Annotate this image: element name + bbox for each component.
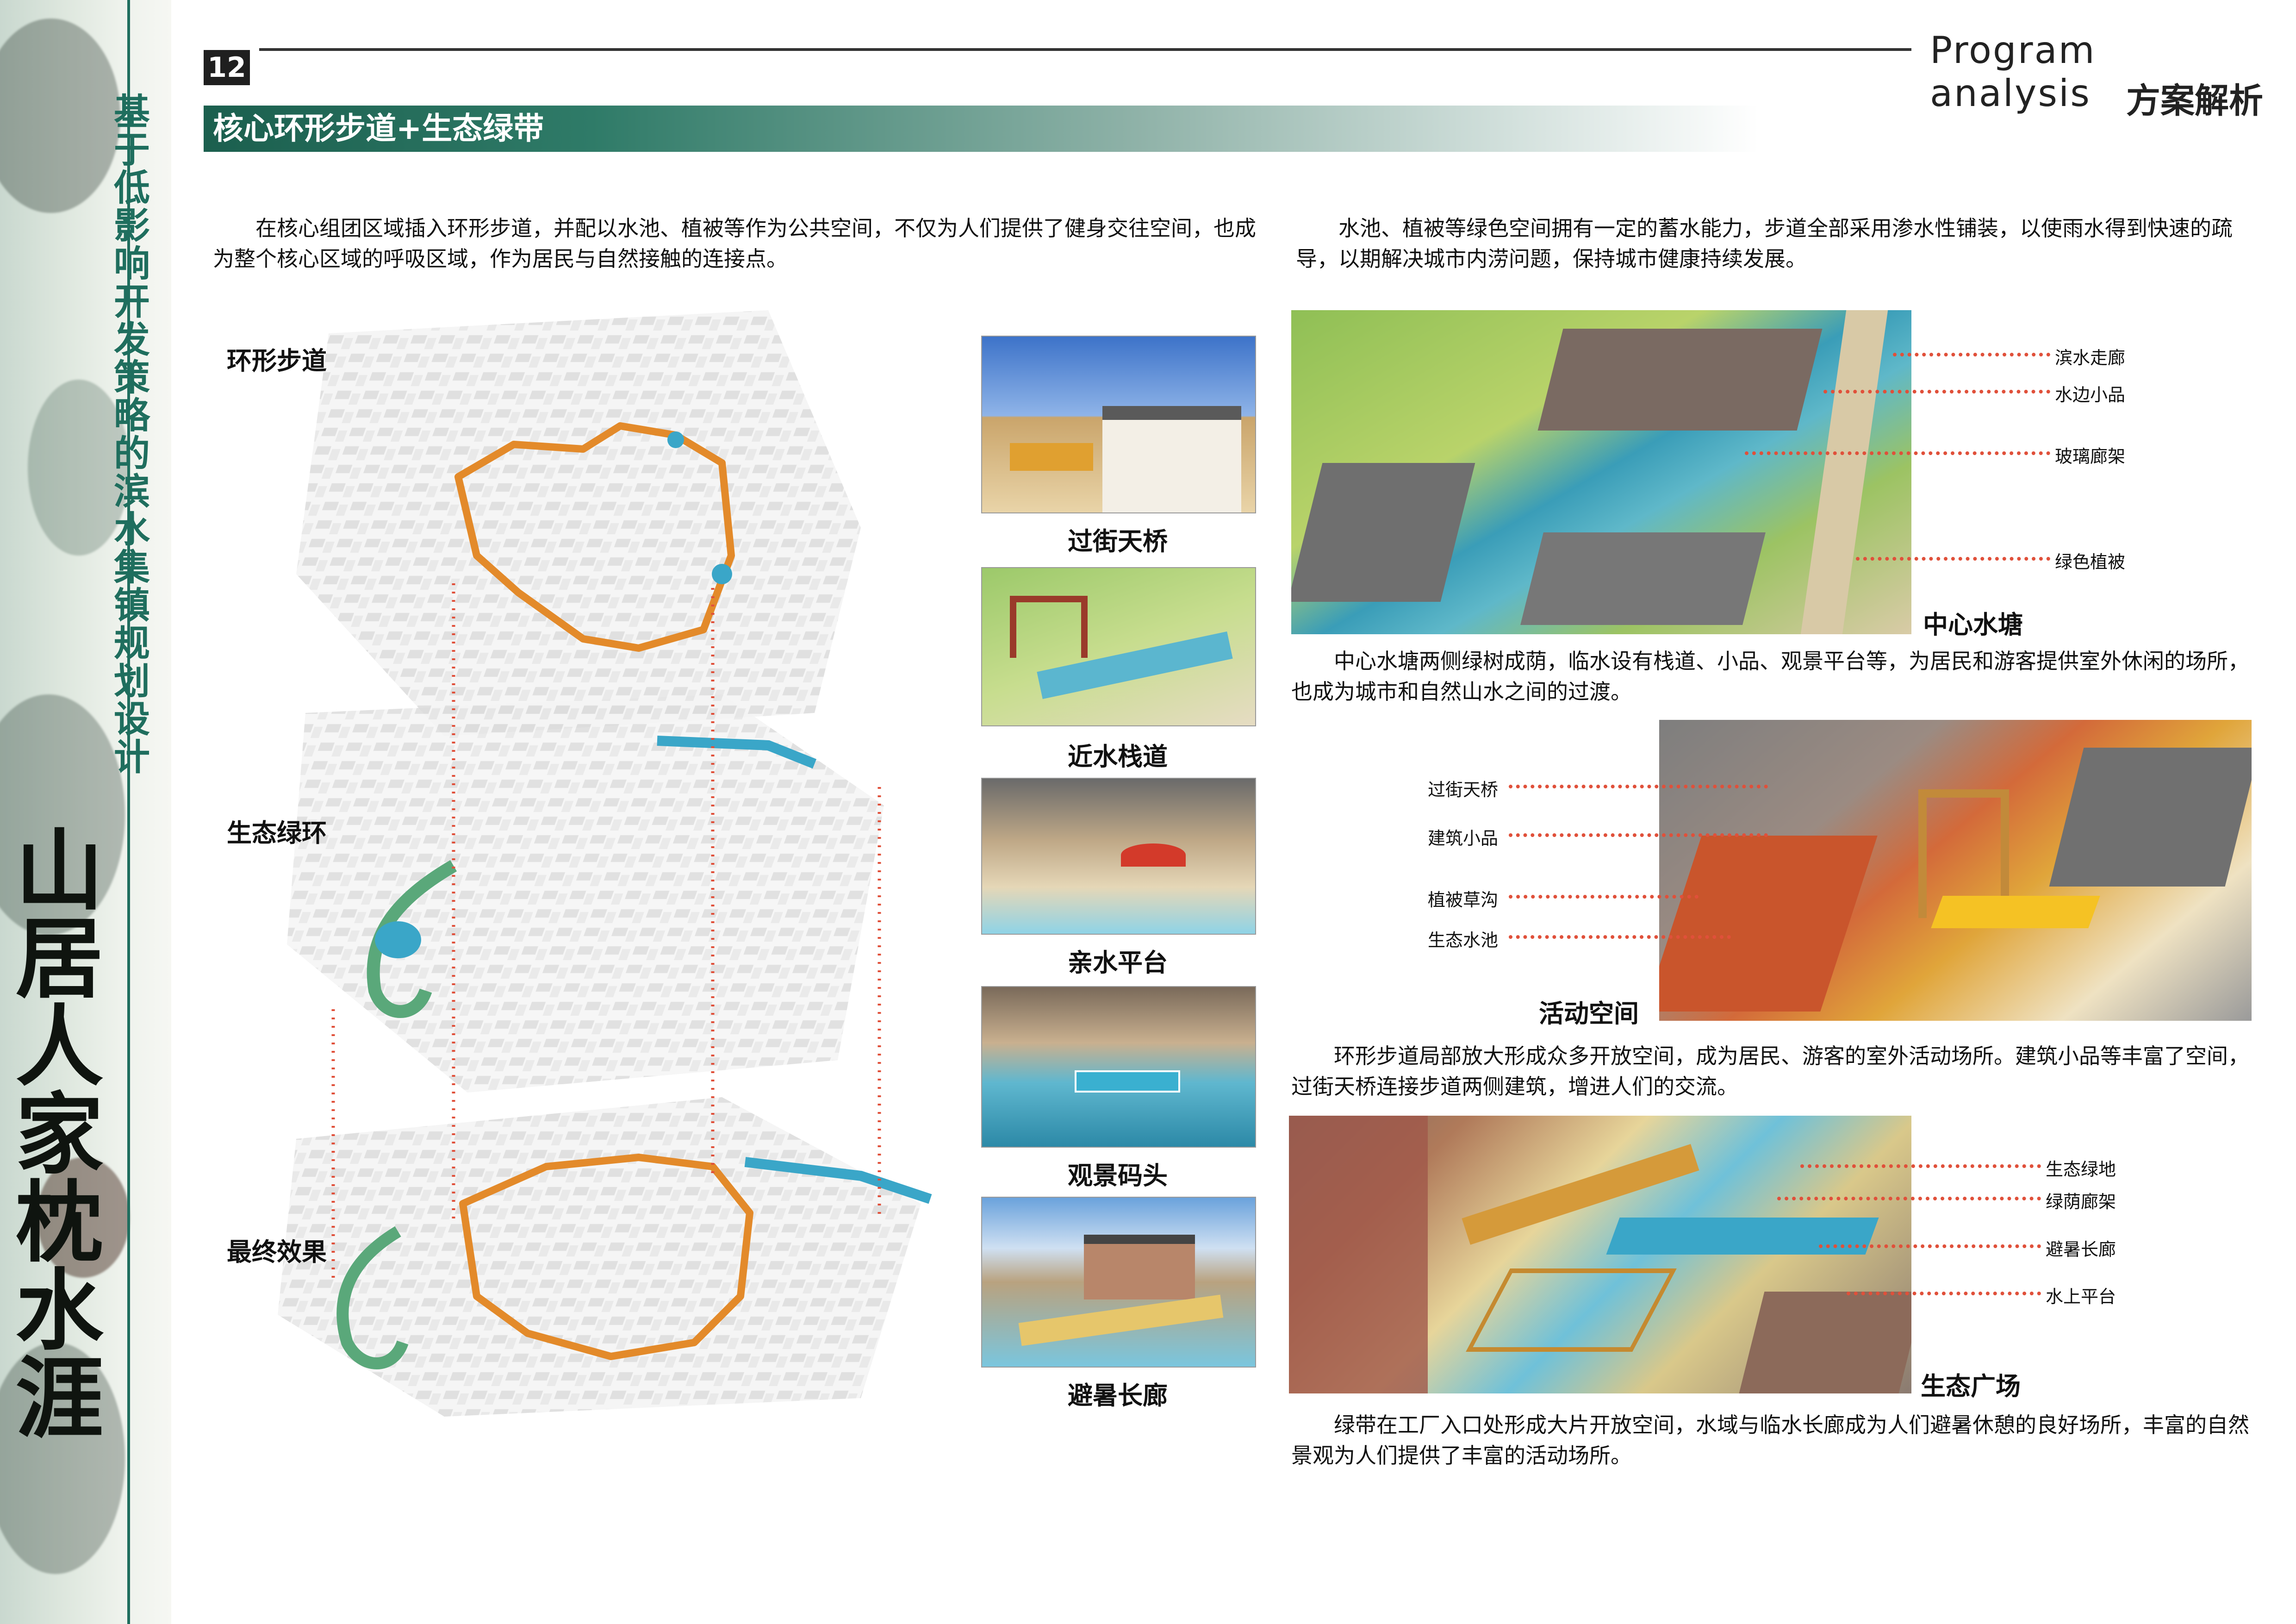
render2-label-3: 植被草沟 — [1428, 890, 1499, 910]
callout-line — [1800, 1164, 2041, 1168]
isometric-layer-diagram — [278, 310, 932, 1417]
vertical-title: 山居人家枕水涯 — [0, 824, 104, 1440]
photo-waterfront-platform — [981, 778, 1256, 935]
render1-description: 中心水塘两侧绿树成荫，临水设有栈道、小品、观景平台等，为居民和游客提供室外休闲的… — [1291, 649, 2249, 704]
render2-label-1: 过街天桥 — [1428, 780, 1499, 800]
render1-label-1: 滨水走廊 — [2055, 348, 2126, 368]
photo-caption-platform: 亲水平台 — [1068, 948, 1168, 977]
callout-line — [1823, 390, 2050, 394]
render1-label-2: 水边小品 — [2055, 385, 2126, 405]
green-ring-pond — [375, 921, 421, 958]
callout-line — [1509, 895, 1699, 899]
render2-label-2: 建筑小品 — [1428, 828, 1499, 849]
render2-caption: 活动空间 — [1539, 999, 1639, 1028]
photo-caption-skybridge: 过街天桥 — [1068, 527, 1168, 556]
render1-label-4: 绿色植被 — [2055, 552, 2126, 572]
vertical-subtitle: 基于低影响开发策略的滨水集镇规划设计 — [108, 93, 149, 776]
callout-line — [1777, 1197, 2041, 1200]
callout-line — [1893, 353, 2050, 356]
page-number: 12 — [204, 50, 250, 85]
water-node — [667, 431, 684, 448]
photo-skybridge — [981, 336, 1256, 513]
map-label-final-result: 最终效果 — [227, 1237, 327, 1267]
photo-caption-corridor: 避暑长廊 — [1068, 1381, 1168, 1410]
callout-line — [1856, 557, 2050, 561]
callout-line — [1819, 1244, 2041, 1248]
map-layer-1 — [296, 310, 861, 736]
render2-label-4: 生态水池 — [1428, 930, 1499, 950]
callout-line — [1509, 833, 1768, 837]
render-central-pond — [1291, 310, 1911, 634]
photo-waterside-boardwalk — [981, 567, 1256, 726]
render-ecological-plaza — [1289, 1116, 1911, 1393]
header-chinese-title: 方案解析 — [2126, 81, 2263, 121]
render-activity-space — [1659, 720, 2252, 1021]
render3-label-2: 绿荫廊架 — [2046, 1192, 2116, 1212]
intro-left-paragraph: 在核心组团区域插入环形步道，并配以水池、植被等作为公共空间，不仅为人们提供了健身… — [213, 216, 1256, 271]
section-title: 核心环形步道+生态绿带 — [213, 111, 544, 146]
render1-label-3: 玻璃廊架 — [2055, 446, 2126, 467]
render2-description: 环形步道局部放大形成众多开放空间，成为居民、游客的室外活动场所。建筑小品等丰富了… — [1291, 1043, 2249, 1099]
callout-line — [1509, 785, 1768, 788]
render3-description: 绿带在工厂入口处形成大片开放空间，水域与临水长廊成为人们避暑休憩的良好场所，丰富… — [1291, 1412, 2249, 1468]
render3-label-4: 水上平台 — [2046, 1287, 2116, 1307]
render3-caption: 生态广场 — [1921, 1372, 2021, 1401]
photo-caption-pier: 观景码头 — [1068, 1161, 1168, 1190]
water-node — [712, 564, 732, 584]
callout-line — [1745, 451, 2050, 455]
photo-caption-boardwalk: 近水栈道 — [1068, 742, 1168, 771]
callout-line — [1847, 1292, 2041, 1295]
callout-line — [1509, 935, 1731, 939]
map-label-ring-path: 环形步道 — [227, 346, 327, 375]
photo-summer-corridor — [981, 1197, 1256, 1368]
render3-label-3: 避暑长廊 — [2046, 1239, 2116, 1260]
intro-right-paragraph: 水池、植被等绿色空间拥有一定的蓄水能力，步道全部采用渗水性铺装，以使雨水得到快速… — [1296, 216, 2233, 271]
header-rule — [259, 48, 1911, 51]
render3-label-1: 生态绿地 — [2046, 1159, 2116, 1180]
render1-caption: 中心水塘 — [1923, 610, 2023, 639]
photo-viewing-pier — [981, 986, 1256, 1148]
map-label-green-ring: 生态绿环 — [227, 818, 327, 848]
